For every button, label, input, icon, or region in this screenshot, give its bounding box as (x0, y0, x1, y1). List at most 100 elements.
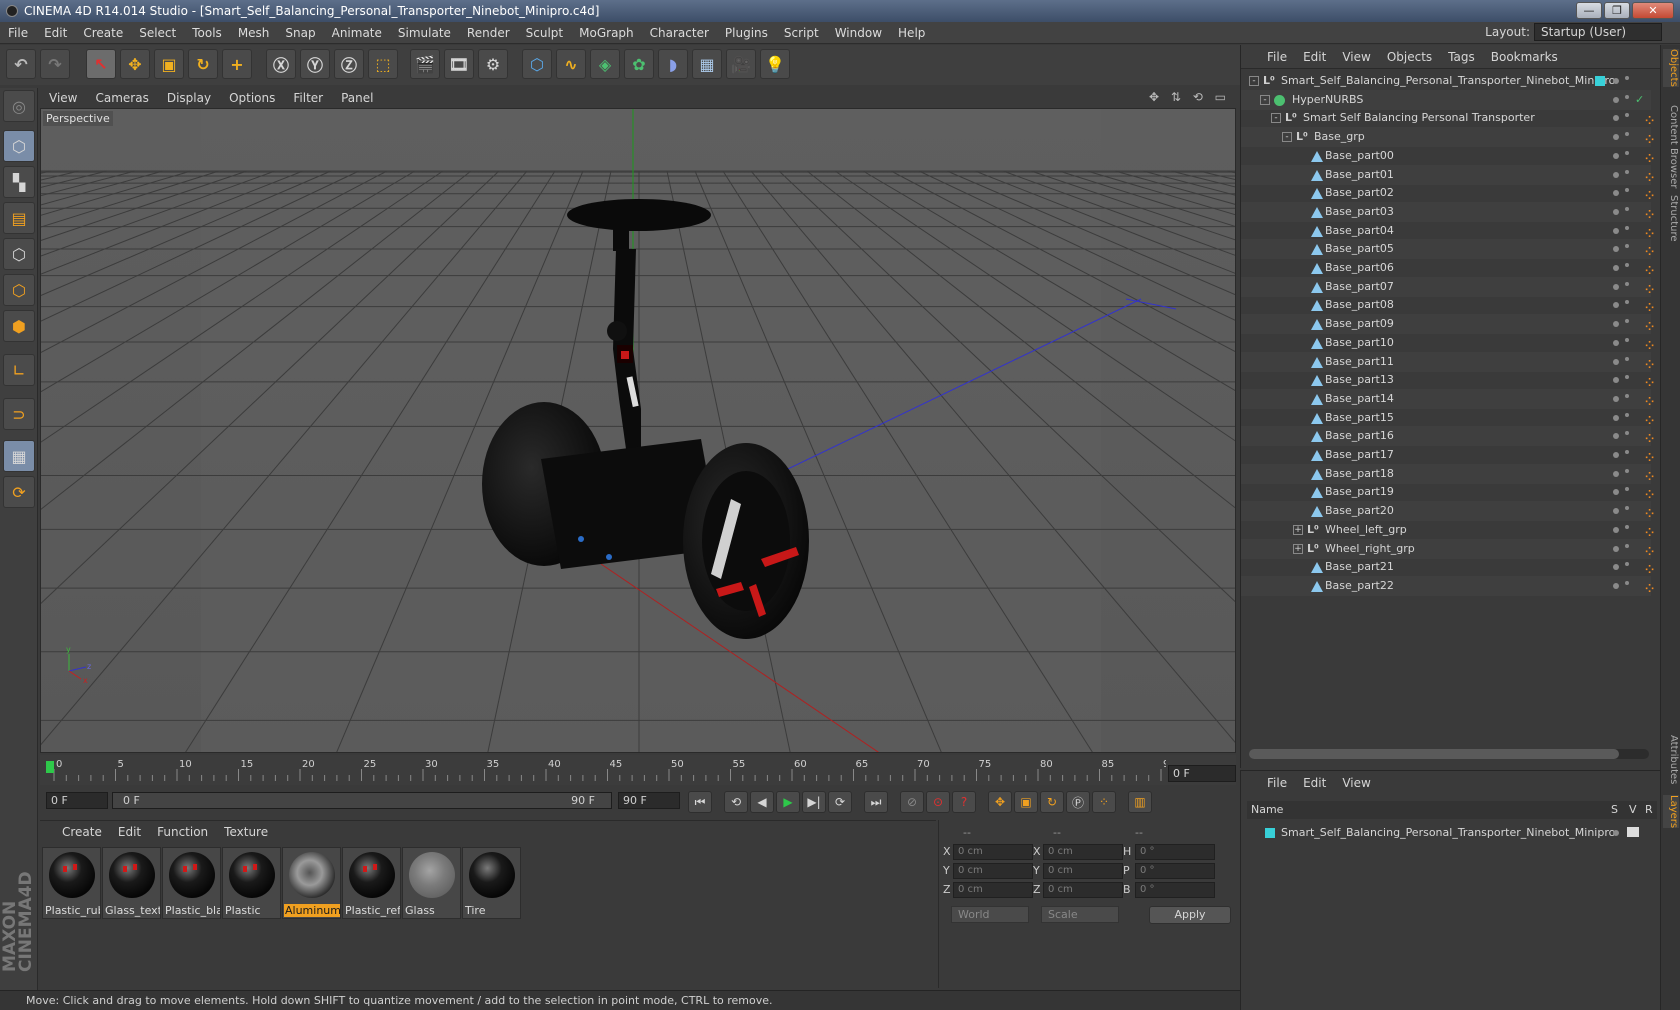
visibility-render-dot[interactable] (1625, 319, 1629, 324)
record-keys-icon[interactable]: ⊘ (900, 791, 924, 813)
visibility-render-dot[interactable] (1625, 169, 1629, 174)
visibility-render-dot[interactable] (1625, 543, 1629, 548)
menu-help[interactable]: Help (890, 22, 933, 44)
object-menu-bookmarks[interactable]: Bookmarks (1483, 45, 1566, 69)
expand-toggle-icon[interactable]: - (1282, 132, 1292, 143)
visibility-render-dot[interactable] (1625, 150, 1629, 155)
visibility-editor-dot[interactable] (1613, 358, 1619, 365)
x-axis-lock-icon[interactable]: Ⓧ (266, 49, 296, 79)
position-field[interactable]: 0 cm (953, 844, 1033, 860)
camera-icon[interactable]: 🎥 (726, 49, 756, 79)
material-swatch[interactable]: Plastic (222, 847, 281, 919)
side-tab-content-browser[interactable]: Content Browser (1663, 105, 1679, 188)
expand-toggle-icon[interactable]: + (1293, 543, 1303, 554)
object-row[interactable]: Base_part10 ⁘ (1241, 333, 1654, 353)
menu-sculpt[interactable]: Sculpt (518, 22, 571, 44)
visibility-render-dot[interactable] (1625, 580, 1629, 585)
menu-script[interactable]: Script (776, 22, 827, 44)
visibility-render-dot[interactable] (1625, 225, 1629, 230)
material-tag-icon[interactable]: ⁘ (1645, 186, 1659, 202)
visibility-render-dot[interactable] (1625, 393, 1629, 398)
object-row[interactable]: Base_part15 ⁘ (1241, 408, 1654, 428)
visibility-render-dot[interactable] (1625, 337, 1629, 342)
undo-icon[interactable]: ↶ (6, 49, 36, 79)
rotation-field[interactable]: 0 ° (1135, 844, 1215, 860)
viewport-menu-filter[interactable]: Filter (284, 88, 332, 108)
visibility-editor-dot[interactable] (1613, 545, 1619, 552)
key-parameter-icon[interactable]: Ⓟ (1066, 791, 1090, 813)
object-row[interactable]: Base_part07 ⁘ (1241, 276, 1654, 297)
visibility-editor-dot[interactable] (1613, 227, 1619, 234)
side-tab-attributes[interactable]: Attributes (1663, 735, 1679, 784)
render-picture-viewer-icon[interactable]: 🎞 (444, 49, 474, 79)
previous-key-icon[interactable]: ⟲ (724, 791, 748, 813)
object-row[interactable]: Base_part20 ⁘ (1241, 501, 1654, 522)
expand-toggle-icon[interactable]: + (1293, 524, 1303, 535)
y-axis-lock-icon[interactable]: Ⓨ (300, 49, 330, 79)
material-tag-icon[interactable]: ⁘ (1645, 411, 1659, 427)
material-tag-icon[interactable]: ⁘ (1645, 429, 1659, 445)
viewport-menu-panel[interactable]: Panel (332, 88, 382, 108)
material-swatch[interactable]: Glass_textu (102, 847, 161, 919)
floor-scene-icon[interactable]: ▦ (692, 49, 722, 79)
object-menu-edit[interactable]: Edit (1295, 45, 1334, 69)
material-swatch[interactable]: Plastic_rub (42, 847, 101, 919)
visibility-render-dot[interactable] (1625, 487, 1629, 492)
model-mode-icon[interactable]: ⬡ (3, 130, 35, 162)
move-tool-icon[interactable]: ✥ (120, 49, 150, 79)
expand-toggle-icon[interactable]: - (1271, 113, 1281, 124)
material-menu-texture[interactable]: Texture (216, 821, 276, 843)
viewport-nav-icons[interactable]: ✥ ⇅ ⟲ ▭ (1149, 90, 1230, 104)
object-menu-file[interactable]: File (1259, 45, 1295, 69)
material-tag-icon[interactable]: ⁘ (1645, 280, 1659, 296)
visibility-render-dot[interactable] (1625, 132, 1629, 137)
material-tag-icon[interactable]: ⁘ (1645, 448, 1659, 464)
material-tag-icon[interactable]: ⁘ (1645, 317, 1659, 333)
close-button[interactable]: ✕ (1632, 2, 1674, 19)
visibility-render-dot[interactable] (1625, 188, 1629, 193)
play-icon[interactable]: ▶ (776, 791, 800, 813)
material-tag-icon[interactable]: ⁘ (1645, 336, 1659, 352)
spline-pen-icon[interactable]: ∿ (556, 49, 586, 79)
material-swatch[interactable]: Tire (462, 847, 521, 919)
last-tool-icon[interactable]: + (222, 49, 252, 79)
layout-selector[interactable]: Layout: Startup (User) (1485, 23, 1662, 41)
make-editable-icon[interactable]: ◎ (3, 90, 35, 122)
position-field[interactable]: 0 cm (953, 863, 1033, 879)
coordinate-space-select[interactable]: World (951, 906, 1029, 923)
material-menu-create[interactable]: Create (54, 821, 110, 843)
material-menu-function[interactable]: Function (149, 821, 216, 843)
workplane-mode-icon[interactable]: ▤ (3, 202, 35, 234)
side-tab-layers[interactable]: Layers (1663, 795, 1679, 829)
expand-toggle-icon[interactable]: - (1249, 76, 1259, 86)
material-tag-icon[interactable]: ⁘ (1645, 373, 1659, 389)
visibility-editor-dot[interactable] (1613, 377, 1619, 384)
quantize-icon[interactable]: ⟳ (3, 476, 35, 508)
visibility-editor-dot[interactable] (1613, 78, 1619, 84)
material-tag-icon[interactable]: ⁘ (1645, 542, 1659, 558)
edges-mode-icon[interactable]: ⬡ (3, 274, 35, 306)
visibility-editor-dot[interactable] (1613, 395, 1619, 402)
object-row[interactable]: - L⁰ Smart_Self_Balancing_Personal_Transpo… (1241, 71, 1651, 91)
viewport-menu-display[interactable]: Display (158, 88, 220, 108)
object-row[interactable]: + L⁰ Wheel_right_grp ⁘ (1241, 538, 1654, 559)
object-row[interactable]: Base_part06 ⁘ (1241, 258, 1654, 278)
visibility-render-dot[interactable] (1625, 300, 1629, 305)
object-row[interactable]: Base_part17 ⁘ (1241, 445, 1654, 465)
visibility-render-dot[interactable] (1625, 281, 1629, 286)
visibility-editor-dot[interactable] (1613, 433, 1619, 440)
visibility-editor-dot[interactable] (1613, 582, 1619, 589)
side-tab-structure[interactable]: Structure (1663, 195, 1679, 242)
visibility-render-dot[interactable] (1625, 375, 1629, 380)
material-swatch[interactable]: Glass (402, 847, 461, 919)
viewport-menu-view[interactable]: View (40, 88, 86, 108)
menu-animate[interactable]: Animate (324, 22, 390, 44)
object-row[interactable]: Base_part01 ⁘ (1241, 164, 1654, 185)
material-swatch[interactable]: Plastic_blac (162, 847, 221, 919)
material-tag-icon[interactable]: ⁘ (1645, 355, 1659, 371)
material-tag-icon[interactable]: ⁘ (1645, 205, 1659, 221)
visibility-editor-dot[interactable] (1613, 452, 1619, 458)
visibility-render-dot[interactable] (1625, 113, 1629, 118)
array-cloner-icon[interactable]: ✿ (624, 49, 654, 79)
transform-mode-select[interactable]: Scale (1041, 906, 1119, 923)
